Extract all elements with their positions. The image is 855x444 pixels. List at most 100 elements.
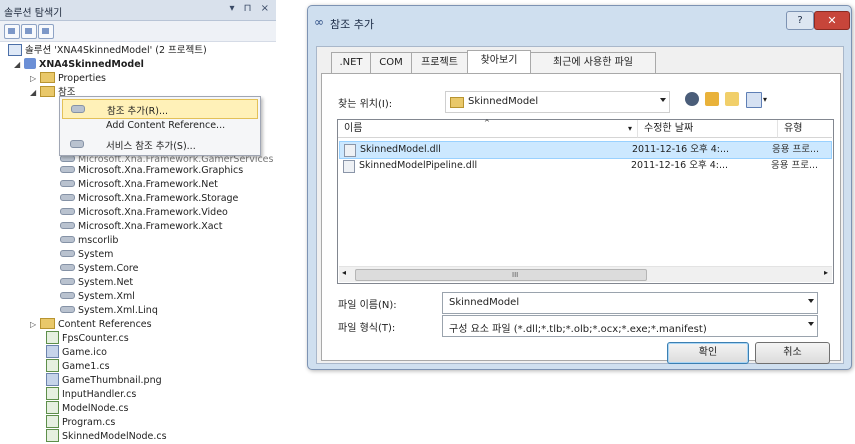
collapsed-arrow-icon[interactable]: ▷: [30, 72, 40, 86]
properties-icon[interactable]: [4, 24, 20, 39]
column-type[interactable]: 유형: [778, 120, 832, 138]
menu-item-add-service-reference[interactable]: 서비스 참조 추가(S)...: [62, 135, 258, 153]
file-item[interactable]: InputHandler.cs: [46, 387, 136, 402]
file-item[interactable]: SkinnedModelNode.cs: [46, 429, 167, 444]
show-all-files-icon[interactable]: [21, 24, 37, 39]
file-item[interactable]: ModelNode.cs: [46, 401, 129, 416]
project-icon: [24, 58, 36, 69]
close-button[interactable]: ✕: [814, 11, 850, 30]
refresh-icon[interactable]: [38, 24, 54, 39]
chevron-down-icon[interactable]: ▾: [763, 95, 767, 104]
reference-icon: [60, 250, 75, 257]
scrollbar-thumb[interactable]: III: [355, 269, 647, 281]
image-file-icon: [46, 373, 59, 386]
back-icon[interactable]: [685, 92, 699, 106]
file-item[interactable]: Program.cs: [46, 415, 115, 430]
file-row[interactable]: SkinnedModel.dll 2011-12-16 오후 4:... 응용 …: [339, 141, 832, 159]
reference-item[interactable]: Microsoft.Xna.Framework.Graphics: [60, 164, 243, 178]
cs-file-icon: [46, 415, 59, 428]
solution-explorer-toolbar: [0, 21, 276, 42]
dll-file-icon: [344, 144, 356, 157]
file-type-label: 파일 형식(T):: [338, 323, 396, 334]
solution-explorer-panel: 솔루션 탐색기 ▾ ⊓ × 솔루션 'XNA4SkinnedModel' (2 …: [0, 0, 276, 444]
dll-file-icon: [343, 160, 355, 173]
chevron-down-icon[interactable]: ▾: [628, 120, 632, 138]
reference-icon: [60, 208, 75, 215]
reference-icon: [71, 105, 85, 113]
properties-node[interactable]: ▷ Properties: [30, 72, 106, 86]
new-folder-icon[interactable]: [725, 92, 739, 106]
file-type-dropdown[interactable]: 구성 요소 파일 (*.dll;*.tlb;*.olb;*.ocx;*.exe;…: [442, 315, 818, 337]
tab-dotnet[interactable]: .NET: [331, 52, 371, 73]
file-name-label: 파일 이름(N):: [338, 300, 397, 311]
expanded-arrow-icon[interactable]: ◢: [14, 58, 24, 72]
scroll-left-icon[interactable]: ◂: [342, 268, 346, 277]
ok-button[interactable]: 확인: [667, 342, 749, 364]
add-reference-dialog: ∞ 참조 추가 ? ✕ .NET COM 프로젝트 찾아보기 최근에 사용한 파…: [307, 5, 852, 370]
dialog-body: .NET COM 프로젝트 찾아보기 최근에 사용한 파일 찾는 위치(I): …: [316, 46, 844, 364]
file-item[interactable]: Game1.cs: [46, 359, 110, 374]
menu-item-add-content-reference[interactable]: Add Content Reference...: [62, 117, 258, 135]
file-list: 이름 ^ ▾ 수정한 날짜 유형 SkinnedModel.dll 2011-1…: [337, 119, 834, 284]
reference-item[interactable]: Microsoft.Xna.Framework.Video: [60, 206, 228, 220]
collapsed-arrow-icon[interactable]: ▷: [30, 318, 40, 332]
reference-icon: [60, 194, 75, 201]
reference-icon: [60, 222, 75, 229]
help-button[interactable]: ?: [786, 11, 814, 30]
project-node[interactable]: ◢ XNA4SkinnedModel: [14, 58, 144, 72]
scroll-right-icon[interactable]: ▸: [824, 268, 828, 277]
reference-item[interactable]: System.Xml.Linq: [60, 304, 158, 318]
horizontal-scrollbar[interactable]: ◂ III ▸: [339, 266, 832, 282]
reference-item[interactable]: System: [60, 248, 113, 262]
cs-file-icon: [46, 429, 59, 442]
reference-item[interactable]: System.Xml: [60, 290, 135, 304]
reference-icon: [60, 236, 75, 243]
view-menu-icon[interactable]: [746, 92, 762, 108]
tab-browse[interactable]: 찾아보기: [467, 50, 531, 74]
reference-item[interactable]: Microsoft.Xna.Framework.Xact: [60, 220, 223, 234]
chevron-down-icon: [660, 98, 666, 102]
context-menu: 참조 추가(R)... Add Content Reference... 서비스…: [59, 96, 261, 156]
cs-file-icon: [46, 359, 59, 372]
cs-file-icon: [46, 401, 59, 414]
reference-item[interactable]: Microsoft.Xna.Framework.Storage: [60, 192, 238, 206]
reference-item[interactable]: Microsoft.Xna.Framework.Net: [60, 178, 218, 192]
reference-icon: [60, 278, 75, 285]
window-controls[interactable]: ▾ ⊓ ×: [229, 3, 272, 14]
reference-item[interactable]: System.Net: [60, 276, 133, 290]
menu-item-add-reference[interactable]: 참조 추가(R)...: [62, 99, 258, 119]
column-date[interactable]: 수정한 날짜: [638, 120, 778, 138]
expanded-arrow-icon[interactable]: ◢: [30, 86, 40, 100]
file-item[interactable]: GameThumbnail.png: [46, 373, 162, 388]
folder-icon: [40, 318, 55, 329]
tab-com[interactable]: COM: [370, 52, 412, 73]
content-references-node[interactable]: ▷ Content References: [30, 318, 152, 332]
sort-arrow-icon: ^: [484, 119, 490, 127]
look-in-label: 찾는 위치(I):: [338, 99, 393, 110]
solution-node[interactable]: 솔루션 'XNA4SkinnedModel' (2 프로젝트): [8, 43, 207, 58]
folder-icon: [450, 97, 464, 108]
folder-icon: [40, 72, 55, 83]
file-item[interactable]: Game.ico: [46, 345, 107, 360]
chevron-down-icon: [808, 299, 814, 303]
tab-recent[interactable]: 최근에 사용한 파일: [530, 52, 656, 73]
look-in-dropdown[interactable]: SkinnedModel: [445, 91, 670, 113]
file-name-input[interactable]: SkinnedModel: [442, 292, 818, 314]
cancel-button[interactable]: 취소: [755, 342, 830, 364]
service-reference-icon: [70, 140, 84, 148]
chevron-down-icon: [808, 322, 814, 326]
column-name[interactable]: 이름 ^ ▾: [338, 119, 638, 138]
reference-item[interactable]: System.Core: [60, 262, 138, 276]
dialog-titlebar: ∞ 참조 추가 ? ✕: [308, 6, 851, 40]
file-item[interactable]: FpsCounter.cs: [46, 331, 129, 346]
cs-file-icon: [46, 331, 59, 344]
dialog-title: 참조 추가: [330, 18, 374, 31]
reference-icon: [60, 292, 75, 299]
reference-item[interactable]: mscorlib: [60, 234, 118, 248]
tab-projects[interactable]: 프로젝트: [411, 52, 468, 73]
file-row[interactable]: SkinnedModelPipeline.dll 2011-12-16 오후 4…: [339, 158, 832, 174]
up-folder-icon[interactable]: [705, 92, 719, 106]
reference-icon: [60, 180, 75, 187]
folder-icon: [40, 86, 55, 97]
solution-icon: [8, 43, 22, 56]
